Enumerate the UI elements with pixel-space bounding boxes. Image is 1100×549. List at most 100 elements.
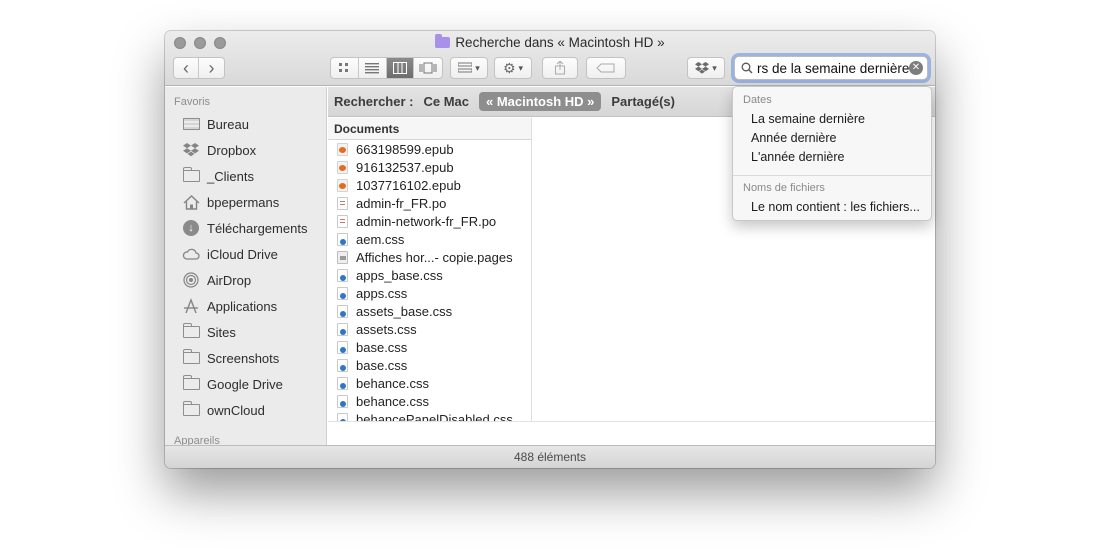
scope-option-shared[interactable]: Partagé(s): [611, 94, 675, 109]
tags-button[interactable]: [586, 57, 626, 79]
epub-file-icon: [337, 142, 348, 156]
sidebar-item-label: Téléchargements: [207, 220, 308, 236]
search-query[interactable]: rs de la semaine dernière: [757, 61, 909, 76]
sidebar-item-label: Screenshots: [207, 350, 280, 366]
clear-search-icon[interactable]: ✕: [909, 61, 923, 75]
sidebar-item-label: iCloud Drive: [207, 246, 278, 262]
css-file-icon: [337, 376, 348, 390]
epub-file-icon: [337, 160, 348, 174]
sidebar-item-label: Bureau: [207, 116, 249, 132]
scope-option-macintosh-hd[interactable]: « Macintosh HD »: [479, 92, 602, 111]
sidebar: Favoris Bureau Dropbox _Clients bpeperma…: [165, 87, 327, 445]
horizontal-scroll-area[interactable]: [328, 421, 935, 445]
file-row[interactable]: assets.css: [328, 320, 531, 338]
file-row[interactable]: 1037716102.epub: [328, 176, 531, 194]
sidebar-item-google-drive[interactable]: Google Drive: [182, 371, 326, 397]
file-name: apps.css: [356, 285, 408, 301]
sidebar-item-bureau[interactable]: Bureau: [182, 111, 326, 137]
file-row[interactable]: Affiches hor...- copie.pages: [328, 248, 531, 266]
sidebar-item-dropbox[interactable]: Dropbox: [182, 137, 326, 163]
chevron-right-icon: ›: [208, 58, 215, 78]
dropbox-toolbar-button[interactable]: ▾: [687, 57, 725, 79]
sidebar-item-label: _Clients: [207, 168, 254, 184]
search-field[interactable]: rs de la semaine dernière ✕: [734, 56, 928, 80]
action-button[interactable]: ⚙ ▾: [494, 57, 532, 79]
toolbar: Recherche dans « Macintosh HD » ‹ › ▾ ⚙ …: [165, 31, 935, 86]
file-row[interactable]: admin-fr_FR.po: [328, 194, 531, 212]
file-name: assets.css: [356, 321, 417, 337]
folder-icon: [182, 349, 200, 365]
sidebar-item-clients[interactable]: _Clients: [182, 163, 326, 189]
file-name: 1037716102.epub: [356, 177, 461, 193]
column-view-button[interactable]: [386, 58, 415, 78]
css-file-icon: [337, 268, 348, 282]
share-icon: [555, 61, 565, 75]
file-row[interactable]: base.css: [328, 338, 531, 356]
forward-button[interactable]: ›: [199, 58, 224, 78]
icon-view-button[interactable]: [331, 58, 359, 78]
sidebar-item-downloads[interactable]: ↓ Téléchargements: [182, 215, 326, 241]
sidebar-item-label: Dropbox: [207, 142, 257, 158]
file-row[interactable]: behancePanelDisabled.css: [328, 410, 531, 421]
search-icon: [741, 62, 753, 74]
css-file-icon: [337, 412, 348, 421]
sidebar-item-icloud[interactable]: iCloud Drive: [182, 241, 326, 267]
file-row[interactable]: admin-network-fr_FR.po: [328, 212, 531, 230]
pages-file-icon: [337, 250, 348, 264]
suggestion-last-year[interactable]: Année dernière: [751, 131, 836, 145]
file-name: Affiches hor...- copie.pages: [356, 249, 513, 265]
file-name: assets_base.css: [356, 303, 453, 319]
sidebar-item-airdrop[interactable]: AirDrop: [182, 267, 326, 293]
file-name: behancePanelDisabled.css: [356, 411, 513, 422]
file-row[interactable]: assets_base.css: [328, 302, 531, 320]
folder-icon: [182, 401, 200, 417]
sidebar-item-screenshots[interactable]: Screenshots: [182, 345, 326, 371]
results-column: Documents 663198599.epub 916132537.epub …: [328, 118, 532, 421]
icon-view-icon: [339, 63, 349, 72]
css-file-icon: [337, 394, 348, 408]
css-file-icon: [337, 322, 348, 336]
column-view-icon: [392, 62, 407, 74]
back-button[interactable]: ‹: [174, 58, 200, 78]
chevron-down-icon: ▾: [518, 62, 524, 73]
css-file-icon: [337, 304, 348, 318]
css-file-icon: [337, 286, 348, 300]
file-row[interactable]: behance.css: [328, 374, 531, 392]
file-name: behance.css: [356, 375, 429, 391]
file-row[interactable]: behance.css: [328, 392, 531, 410]
sidebar-item-applications[interactable]: Applications: [182, 293, 326, 319]
folder-icon: [182, 375, 200, 391]
coverflow-view-button[interactable]: [414, 58, 442, 78]
file-row[interactable]: apps.css: [328, 284, 531, 302]
sidebar-item-home[interactable]: bpepermans: [182, 189, 326, 215]
sidebar-section-devices: Appareils: [174, 435, 220, 445]
file-row[interactable]: base.css: [328, 356, 531, 374]
sidebar-item-owncloud[interactable]: ownCloud: [182, 397, 326, 423]
file-row[interactable]: 916132537.epub: [328, 158, 531, 176]
suggestion-section-filenames: Noms de fichiers: [743, 182, 825, 194]
airdrop-icon: [182, 272, 200, 288]
file-name: 916132537.epub: [356, 159, 454, 175]
share-button[interactable]: [542, 57, 578, 79]
scope-option-this-mac[interactable]: Ce Mac: [423, 94, 469, 109]
scope-label: Rechercher :: [334, 94, 414, 109]
arrange-button[interactable]: ▾: [450, 57, 488, 79]
arrange-icon: [458, 62, 473, 73]
suggestion-the-last-year[interactable]: L'année dernière: [751, 150, 844, 164]
menu-divider: [733, 175, 931, 176]
smart-folder-icon: [435, 34, 451, 48]
list-view-button[interactable]: [359, 58, 387, 78]
file-row[interactable]: apps_base.css: [328, 266, 531, 284]
sidebar-item-label: Google Drive: [207, 376, 283, 392]
sidebar-item-label: ownCloud: [207, 402, 265, 418]
dropbox-icon: [182, 143, 200, 157]
file-row[interactable]: 663198599.epub: [328, 140, 531, 158]
suggestion-last-week[interactable]: La semaine dernière: [751, 112, 865, 126]
file-row[interactable]: aem.css: [328, 230, 531, 248]
folder-icon: [182, 323, 200, 339]
window-title-text: Recherche dans « Macintosh HD »: [455, 35, 665, 50]
file-name: base.css: [356, 339, 408, 355]
sidebar-item-sites[interactable]: Sites: [182, 319, 326, 345]
suggestion-name-contains[interactable]: Le nom contient : les fichiers...: [751, 200, 920, 214]
po-file-icon: [337, 214, 348, 228]
